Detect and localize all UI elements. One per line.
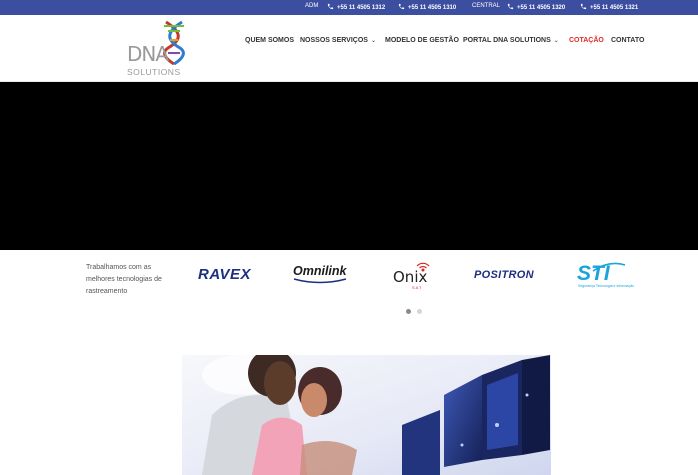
nav-nossos-servicos-label: NOSSOS SERVIÇOS <box>300 37 368 44</box>
nav-portal-label: PORTAL DNA SOLUTIONS <box>463 37 551 44</box>
nav-cotacao[interactable]: COTAÇÃO <box>569 37 604 44</box>
sti-swoosh-icon <box>592 262 626 272</box>
nav-nossos-servicos[interactable]: NOSSOS SERVIÇOS ⌄ <box>300 37 376 44</box>
logo-subtitle: SOLUTIONS <box>127 67 181 77</box>
nav-quem-somos[interactable]: QUEM SOMOS <box>245 37 294 44</box>
chevron-down-icon: ⌄ <box>370 38 376 44</box>
team-photo <box>182 355 551 475</box>
phone-icon <box>398 3 405 10</box>
logo-wordmark: DNA <box>127 42 169 66</box>
phone-number-2: +55 11 4505 1310 <box>408 5 457 11</box>
slider-dot[interactable] <box>417 309 422 314</box>
adm-label: ADM <box>305 3 319 9</box>
brand-logo-positron[interactable]: POSITRON <box>474 269 534 281</box>
hero-banner <box>0 82 698 250</box>
central-phone-link[interactable]: +55 11 4505 1320 <box>507 3 565 11</box>
chevron-down-icon: ⌄ <box>553 38 559 44</box>
sti-tagline: Segurança Tecnologia e Informação <box>578 284 634 288</box>
phone-link-4[interactable]: +55 11 4505 1321 <box>580 3 638 11</box>
phone-icon <box>580 3 587 10</box>
omnilink-swoosh-icon <box>293 278 347 284</box>
central-phone-number: +55 11 4505 1320 <box>517 5 566 11</box>
partners-intro-text: Trabalhamos com as melhores tecnologias … <box>86 264 162 295</box>
onix-signal-icon <box>416 262 430 272</box>
phone-link-2[interactable]: +55 11 4505 1310 <box>398 3 456 11</box>
adm-phone-link[interactable]: +55 11 4505 1312 <box>327 3 385 11</box>
brand-logo-ravex[interactable]: RAVEX <box>198 266 251 283</box>
nav-contato[interactable]: CONTATO <box>611 37 644 44</box>
top-contact-bar: ADM +55 11 4505 1312 +55 11 4505 1310 CE… <box>0 0 698 15</box>
phone-number-4: +55 11 4505 1321 <box>590 5 639 11</box>
slider-dot-active[interactable] <box>406 309 411 314</box>
central-label: CENTRAL <box>472 3 501 9</box>
dna-solutions-logo[interactable]: DNA SOLUTIONS <box>124 20 190 82</box>
office-workers-illustration <box>182 355 551 475</box>
phone-icon <box>507 3 514 10</box>
brand-logo-omnilink[interactable]: Omnilink <box>293 264 346 278</box>
onix-sat-label: SAT <box>412 285 423 290</box>
nav-portal-dna-solutions[interactable]: PORTAL DNA SOLUTIONS ⌄ <box>463 37 559 44</box>
phone-icon <box>327 3 334 10</box>
site-header: DNA SOLUTIONS QUEM SOMOS NOSSOS SERVIÇOS… <box>0 15 698 82</box>
nav-modelo-de-gestao[interactable]: MODELO DE GESTÃO <box>385 37 459 44</box>
adm-phone-number: +55 11 4505 1312 <box>337 5 386 11</box>
